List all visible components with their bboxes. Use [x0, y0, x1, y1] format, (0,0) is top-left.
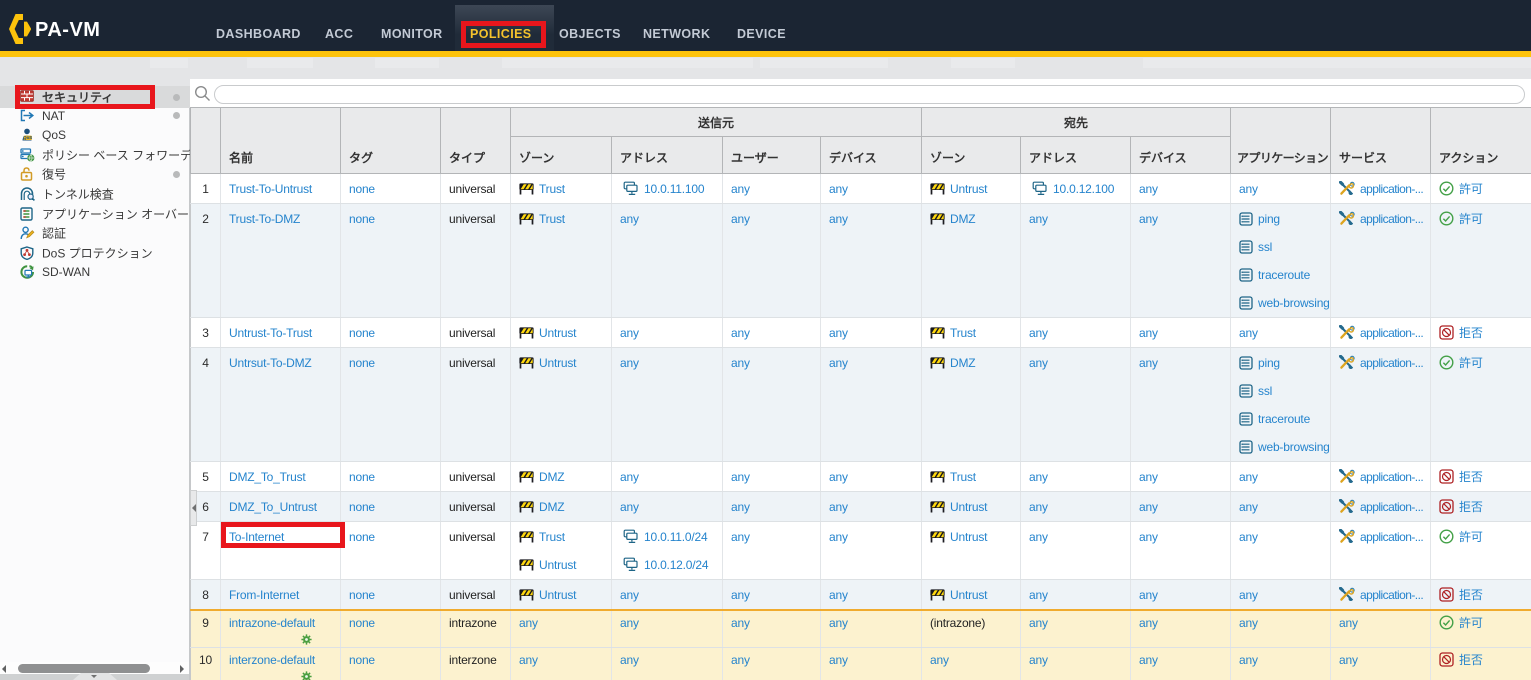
svg-text:QoS: QoS: [23, 135, 32, 140]
